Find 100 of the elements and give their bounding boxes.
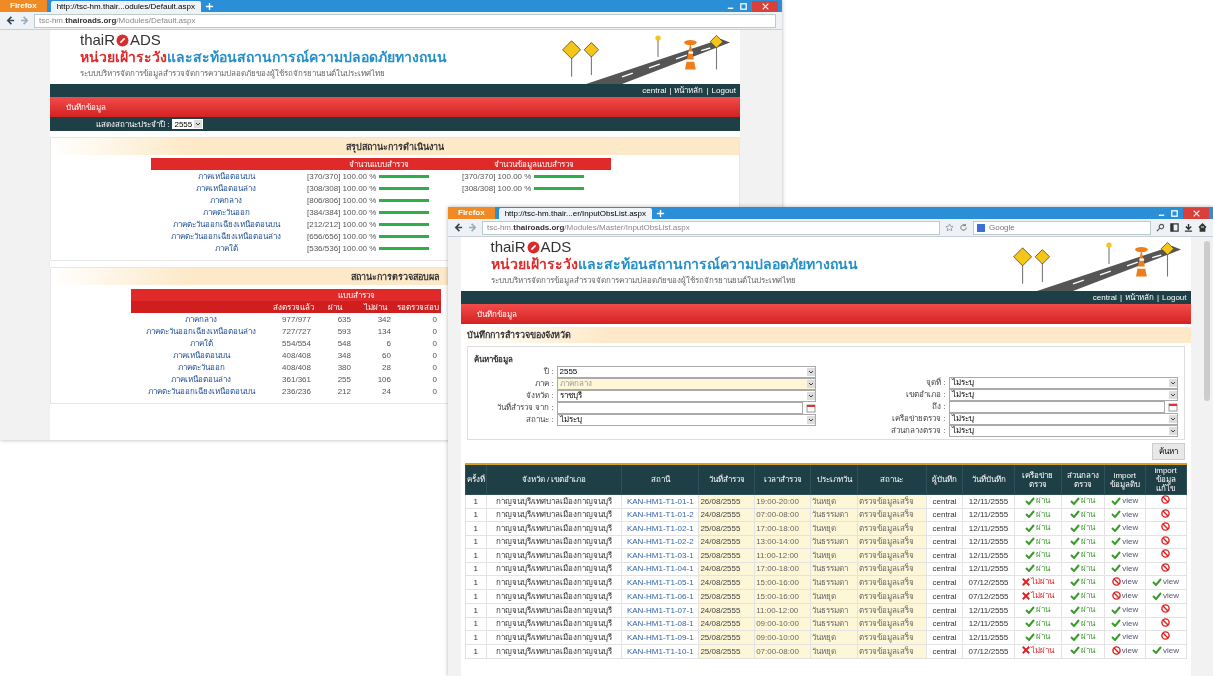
check-result: ผ่าน <box>1036 549 1051 560</box>
browser-tab[interactable]: http://tsc-hm.thair...odules/Default.aspx <box>50 1 201 12</box>
calendar-icon[interactable] <box>805 402 816 413</box>
check-result: ผ่าน <box>1036 562 1051 574</box>
region-link[interactable]: ภาคตะวันออกเฉียงเหนือตอนบน <box>151 218 301 231</box>
search-field[interactable]: Google <box>973 220 1151 235</box>
progress-text: [384/384] 100.00 % <box>307 208 377 217</box>
site-title-lead: หน่วยเฝ้าระวัง <box>80 49 167 65</box>
station-link[interactable]: KAN-HM1-T1-02-2 <box>621 535 699 549</box>
scrollbar[interactable] <box>1204 241 1210 401</box>
station-link[interactable]: KAN-HM1-T1-05-1 <box>621 575 699 590</box>
column-header: รอตรวจสอบ <box>396 302 440 314</box>
download-icon[interactable] <box>1184 223 1193 232</box>
table-cell: กาญจนบุรี/เทศบาลเมืองกาญจนบุรี <box>486 589 622 604</box>
check-result: ผ่าน <box>1081 576 1096 588</box>
station-link[interactable]: KAN-HM1-T1-10-1 <box>621 644 699 658</box>
caret-icon <box>1168 414 1177 423</box>
bookmarks-icon[interactable] <box>1170 223 1179 232</box>
field-label: สถานะ : <box>525 414 554 426</box>
progress-text: [536/536] 100.00 % <box>307 244 377 253</box>
menu-item[interactable]: บันทึกข้อมูล <box>66 100 106 114</box>
search-button[interactable]: ค้นหา <box>1151 443 1185 460</box>
table-cell: 12/11/2555 <box>962 630 1015 644</box>
search-icon[interactable] <box>1156 223 1165 232</box>
region-link[interactable]: ภาคใต้ <box>131 337 271 350</box>
table-cell: กาญจนบุรี/เทศบาลเมืองกาญจนบุรี <box>486 630 622 644</box>
station-link[interactable]: KAN-HM1-T1-01-2 <box>621 508 699 522</box>
table-cell-text: 635 <box>336 315 352 324</box>
table-cell: central <box>926 589 963 604</box>
station-link[interactable]: KAN-HM1-T1-06-1 <box>621 589 699 604</box>
close-button[interactable] <box>752 0 778 12</box>
address-bar[interactable]: tsc-hm.thairoads.org/Modules/Master/InputObsList.aspx <box>482 220 940 235</box>
field-label: ส่วนกลางตรวจ : <box>890 425 946 437</box>
progress-text: [656/656] 100.00 % <box>307 232 377 241</box>
back-icon[interactable] <box>454 223 463 232</box>
table-cell-text: 977/977 <box>281 315 312 324</box>
column-header: จำนวนแบบสำรวจ <box>347 159 410 171</box>
select-field[interactable]: 2555 <box>556 365 816 378</box>
user-menu-link[interactable]: หน้าหลัก <box>1124 291 1154 304</box>
check-result: ผ่าน <box>1036 631 1051 642</box>
check-result: ผ่าน <box>1081 590 1096 602</box>
region-link[interactable]: ภาคเหนือตอนล่าง <box>151 182 301 195</box>
station-link[interactable]: KAN-HM1-T1-07-1 <box>621 603 699 617</box>
region-link[interactable]: ภาคเหนือตอนล่าง <box>131 373 271 386</box>
progress-text: [308/308] 100.00 % <box>307 184 377 193</box>
table-cell-text: 548 <box>336 339 352 348</box>
user-menu-link[interactable]: Logout <box>1162 293 1187 302</box>
table-cell-text: 28 <box>381 363 392 372</box>
browser-tab[interactable]: http://tsc-hm.thair...er/InputObsList.aspx <box>498 208 653 219</box>
new-tab-icon[interactable] <box>204 1 214 11</box>
station-link[interactable]: KAN-HM1-T1-08-1 <box>621 617 699 631</box>
region-link[interactable]: ภาคตะวันออก <box>151 206 301 219</box>
table-cell: 1 <box>465 617 487 631</box>
new-tab-icon[interactable] <box>656 208 666 218</box>
user-menu-link[interactable]: Logout <box>711 86 736 95</box>
field-label: เครือข่ายตรวจ : <box>891 413 946 425</box>
region-link[interactable]: ภาคเหนือตอนบน <box>131 349 271 362</box>
address-bar[interactable]: tsc-hm.thairoads.org/Modules/Default.aspx <box>34 13 776 28</box>
station-link[interactable]: KAN-HM1-T1-03-1 <box>621 548 699 562</box>
column-header: ผ่าน <box>327 302 344 314</box>
table-cell-text: 0 <box>431 339 438 348</box>
region-link[interactable]: ภาคตะวันออกเฉียงเหนือตอนล่าง <box>131 325 271 338</box>
year-select[interactable]: 2555 <box>172 119 204 129</box>
region-link[interactable]: ภาคกลาง <box>131 313 271 326</box>
calendar-icon[interactable] <box>1167 401 1178 412</box>
forward-icon[interactable] <box>468 223 477 232</box>
region-link[interactable]: ภาคตะวันออกเฉียงเหนือตอนบน <box>131 385 271 398</box>
logo-text: thaiR <box>490 239 526 255</box>
check-result: ไม่ผ่าน <box>1030 644 1054 656</box>
region-link[interactable]: ภาคตะวันออกเฉียงเหนือตอนล่าง <box>151 230 301 243</box>
region-link[interactable]: ภาคเหนือตอนบน <box>151 170 301 183</box>
menu-item[interactable]: บันทึกข้อมูล <box>476 307 517 321</box>
column-header: import ข้อมูลแก้ไข <box>1145 464 1186 495</box>
maximize-icon[interactable] <box>1170 208 1179 218</box>
region-link[interactable]: ภาคกลาง <box>151 194 301 207</box>
station-link[interactable]: KAN-HM1-T1-01-1 <box>621 494 699 508</box>
station-link[interactable]: KAN-HM1-T1-04-1 <box>621 562 699 576</box>
table-cell: central <box>926 508 963 522</box>
star-icon[interactable] <box>945 223 954 232</box>
reload-icon[interactable] <box>959 223 968 232</box>
user-menu-link[interactable]: central <box>642 86 667 95</box>
check-result: ผ่าน <box>1036 604 1051 615</box>
table-cell: 07/12/2555 <box>962 589 1015 604</box>
close-button[interactable] <box>1183 207 1209 219</box>
station-link[interactable]: KAN-HM1-T1-02-1 <box>621 521 699 535</box>
field-label: ปี : <box>543 366 554 378</box>
table-cell: central <box>926 535 963 549</box>
table-cell: กาญจนบุรี/เทศบาลเมืองกาญจนบุรี <box>486 548 622 562</box>
home-icon[interactable] <box>1198 223 1207 232</box>
station-link[interactable]: KAN-HM1-T1-09-1 <box>621 630 699 644</box>
check-result: ผ่าน <box>1036 617 1051 629</box>
region-link[interactable]: ภาคใต้ <box>151 242 301 255</box>
back-icon[interactable] <box>6 16 15 25</box>
region-link[interactable]: ภาคตะวันออก <box>131 361 271 374</box>
user-menu-link[interactable]: หน้าหลัก <box>674 84 704 97</box>
user-menu-link[interactable]: central <box>1092 293 1117 302</box>
forward-icon[interactable] <box>20 16 29 25</box>
maximize-icon[interactable] <box>739 1 748 11</box>
select-field[interactable]: ไม่ระบุ <box>948 376 1178 389</box>
table-cell-text: 380 <box>336 363 352 372</box>
